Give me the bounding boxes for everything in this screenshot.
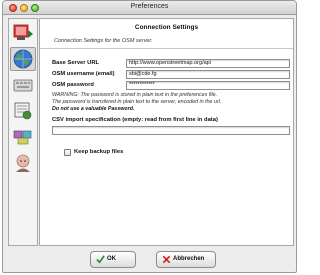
- preferences-sidebar: [8, 18, 38, 246]
- map-projection-icon: [14, 102, 32, 120]
- cancel-x-icon: [162, 255, 171, 264]
- csv-spec-field[interactable]: [52, 126, 290, 135]
- globe-connection-icon: [13, 49, 33, 69]
- ok-button[interactable]: OK: [90, 251, 136, 268]
- ok-button-label: OK: [107, 256, 116, 262]
- panel-subtitle: Connection Settings for the OSM server.: [54, 38, 153, 44]
- csv-spec-label: CSV import specification (empty: read fr…: [52, 117, 218, 123]
- username-label: OSM username (email): [52, 71, 115, 77]
- cancel-button-label: Abbrechen: [173, 256, 205, 262]
- username-field[interactable]: sbi@cde.fg: [126, 70, 290, 79]
- sidebar-item-plugins[interactable]: [10, 125, 36, 149]
- cancel-button[interactable]: Abbrechen: [156, 251, 216, 268]
- password-warning-line1: WARNING: The password is stored in plain…: [52, 92, 218, 98]
- sidebar-item-advanced[interactable]: [10, 151, 36, 175]
- password-label: OSM password: [52, 82, 94, 88]
- checkmark-icon: [96, 255, 105, 264]
- preferences-window: Preferences Connection Settings Connecti…: [2, 0, 297, 273]
- keep-backup-checkbox[interactable]: [64, 149, 71, 156]
- password-warning-line3: Do not use a valuable Password.: [52, 106, 135, 112]
- keyboard-shortcuts-icon: [13, 79, 33, 92]
- display-settings-icon: [13, 24, 33, 40]
- sidebar-item-projection[interactable]: [10, 99, 36, 123]
- panel-header: Connection Settings Connection Settings …: [40, 19, 293, 49]
- plugins-icon: [13, 130, 32, 145]
- base-url-field[interactable]: http://www.openstreetmap.org/api: [126, 59, 290, 68]
- advanced-preferences-icon: [16, 154, 30, 172]
- password-warning-line2: The password is transfered in plain text…: [52, 99, 222, 105]
- keep-backup-label: Keep backup files: [74, 149, 124, 155]
- base-url-label: Base Server URL: [52, 60, 100, 66]
- password-field[interactable]: ************: [126, 81, 290, 90]
- sidebar-item-display[interactable]: [10, 21, 36, 45]
- title-bar: Preferences: [3, 1, 296, 15]
- sidebar-item-shortcuts[interactable]: [10, 73, 36, 97]
- window-title: Preferences: [130, 3, 169, 10]
- sidebar-item-connection[interactable]: [10, 47, 36, 71]
- connection-settings-panel: Connection Settings Connection Settings …: [39, 18, 294, 246]
- panel-title: Connection Settings: [134, 24, 199, 31]
